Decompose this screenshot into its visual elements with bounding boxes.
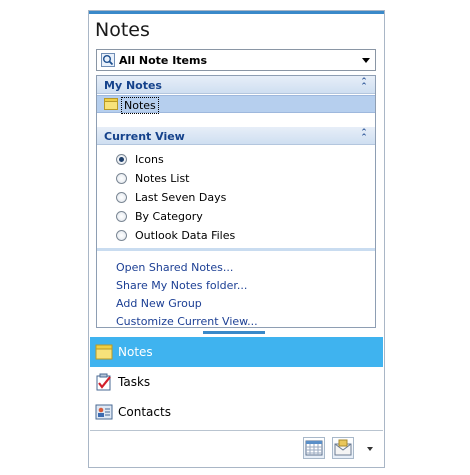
my-notes-header-label: My Notes [104,79,162,92]
pane-resize-grip[interactable] [203,331,265,334]
tasks-icon [96,373,111,391]
dropdown-arrow-icon[interactable] [362,58,370,63]
view-option-label: Icons [135,153,164,166]
view-option-icons[interactable]: Icons [116,152,316,168]
contacts-icon [95,404,113,420]
link-customize-current-view[interactable]: Customize Current View... [116,315,258,328]
nav-button-label: Tasks [118,375,151,389]
pane-title: Notes [95,19,150,41]
link-add-new-group[interactable]: Add New Group [116,297,202,310]
notes-panel: My Notes ⌃ ⌃ Notes Current View ⌃ ⌃ Icons … [96,75,376,328]
folder-dropdown-label: All Note Items [119,54,208,67]
view-option-label: Notes List [135,172,190,185]
folder-item-label: Notes [121,97,159,114]
calendar-icon[interactable] [303,437,325,459]
view-option-label: By Category [135,210,203,223]
nav-button-label: Notes [118,345,153,359]
view-option-label: Outlook Data Files [135,229,236,242]
folder-dropdown[interactable]: All Note Items [96,49,376,71]
view-option-by-category[interactable]: By Category [116,209,316,225]
note-icon [104,98,118,110]
nav-button-tasks[interactable]: Tasks [90,367,383,397]
nav-button-contacts[interactable]: Contacts [90,397,383,427]
radio-button[interactable] [116,192,127,203]
folder-item-notes[interactable]: Notes [97,95,375,114]
link-open-shared-notes[interactable]: Open Shared Notes... [116,261,233,274]
radio-button[interactable] [116,230,127,241]
note-icon [95,344,113,360]
view-option-notes-list[interactable]: Notes List [116,171,316,187]
collapse-icon[interactable]: ⌃ ⌃ [359,129,369,143]
navigation-shortcut-bar [90,430,383,467]
radio-button[interactable] [116,173,127,184]
search-folder-icon [101,53,115,67]
view-option-last-seven-days[interactable]: Last Seven Days [116,190,316,206]
nav-button-label: Contacts [118,405,171,419]
view-option-outlook-data-files[interactable]: Outlook Data Files [116,228,316,244]
current-view-header[interactable]: Current View ⌃ ⌃ [97,127,375,145]
mail-icon[interactable] [332,437,354,459]
chevron-down-icon[interactable] [367,447,373,451]
navigation-pane: Notes All Note Items My Notes ⌃ ⌃ Notes C… [88,10,385,468]
view-option-label: Last Seven Days [135,191,227,204]
link-share-my-notes-folder[interactable]: Share My Notes folder... [116,279,247,292]
collapse-icon[interactable]: ⌃ ⌃ [359,78,369,92]
section-divider [97,248,375,251]
current-view-header-label: Current View [104,130,185,143]
top-accent-bar [89,11,384,14]
nav-button-notes[interactable]: Notes [90,337,383,367]
radio-button[interactable] [116,211,127,222]
my-notes-header[interactable]: My Notes ⌃ ⌃ [97,76,375,94]
radio-button[interactable] [116,154,127,165]
